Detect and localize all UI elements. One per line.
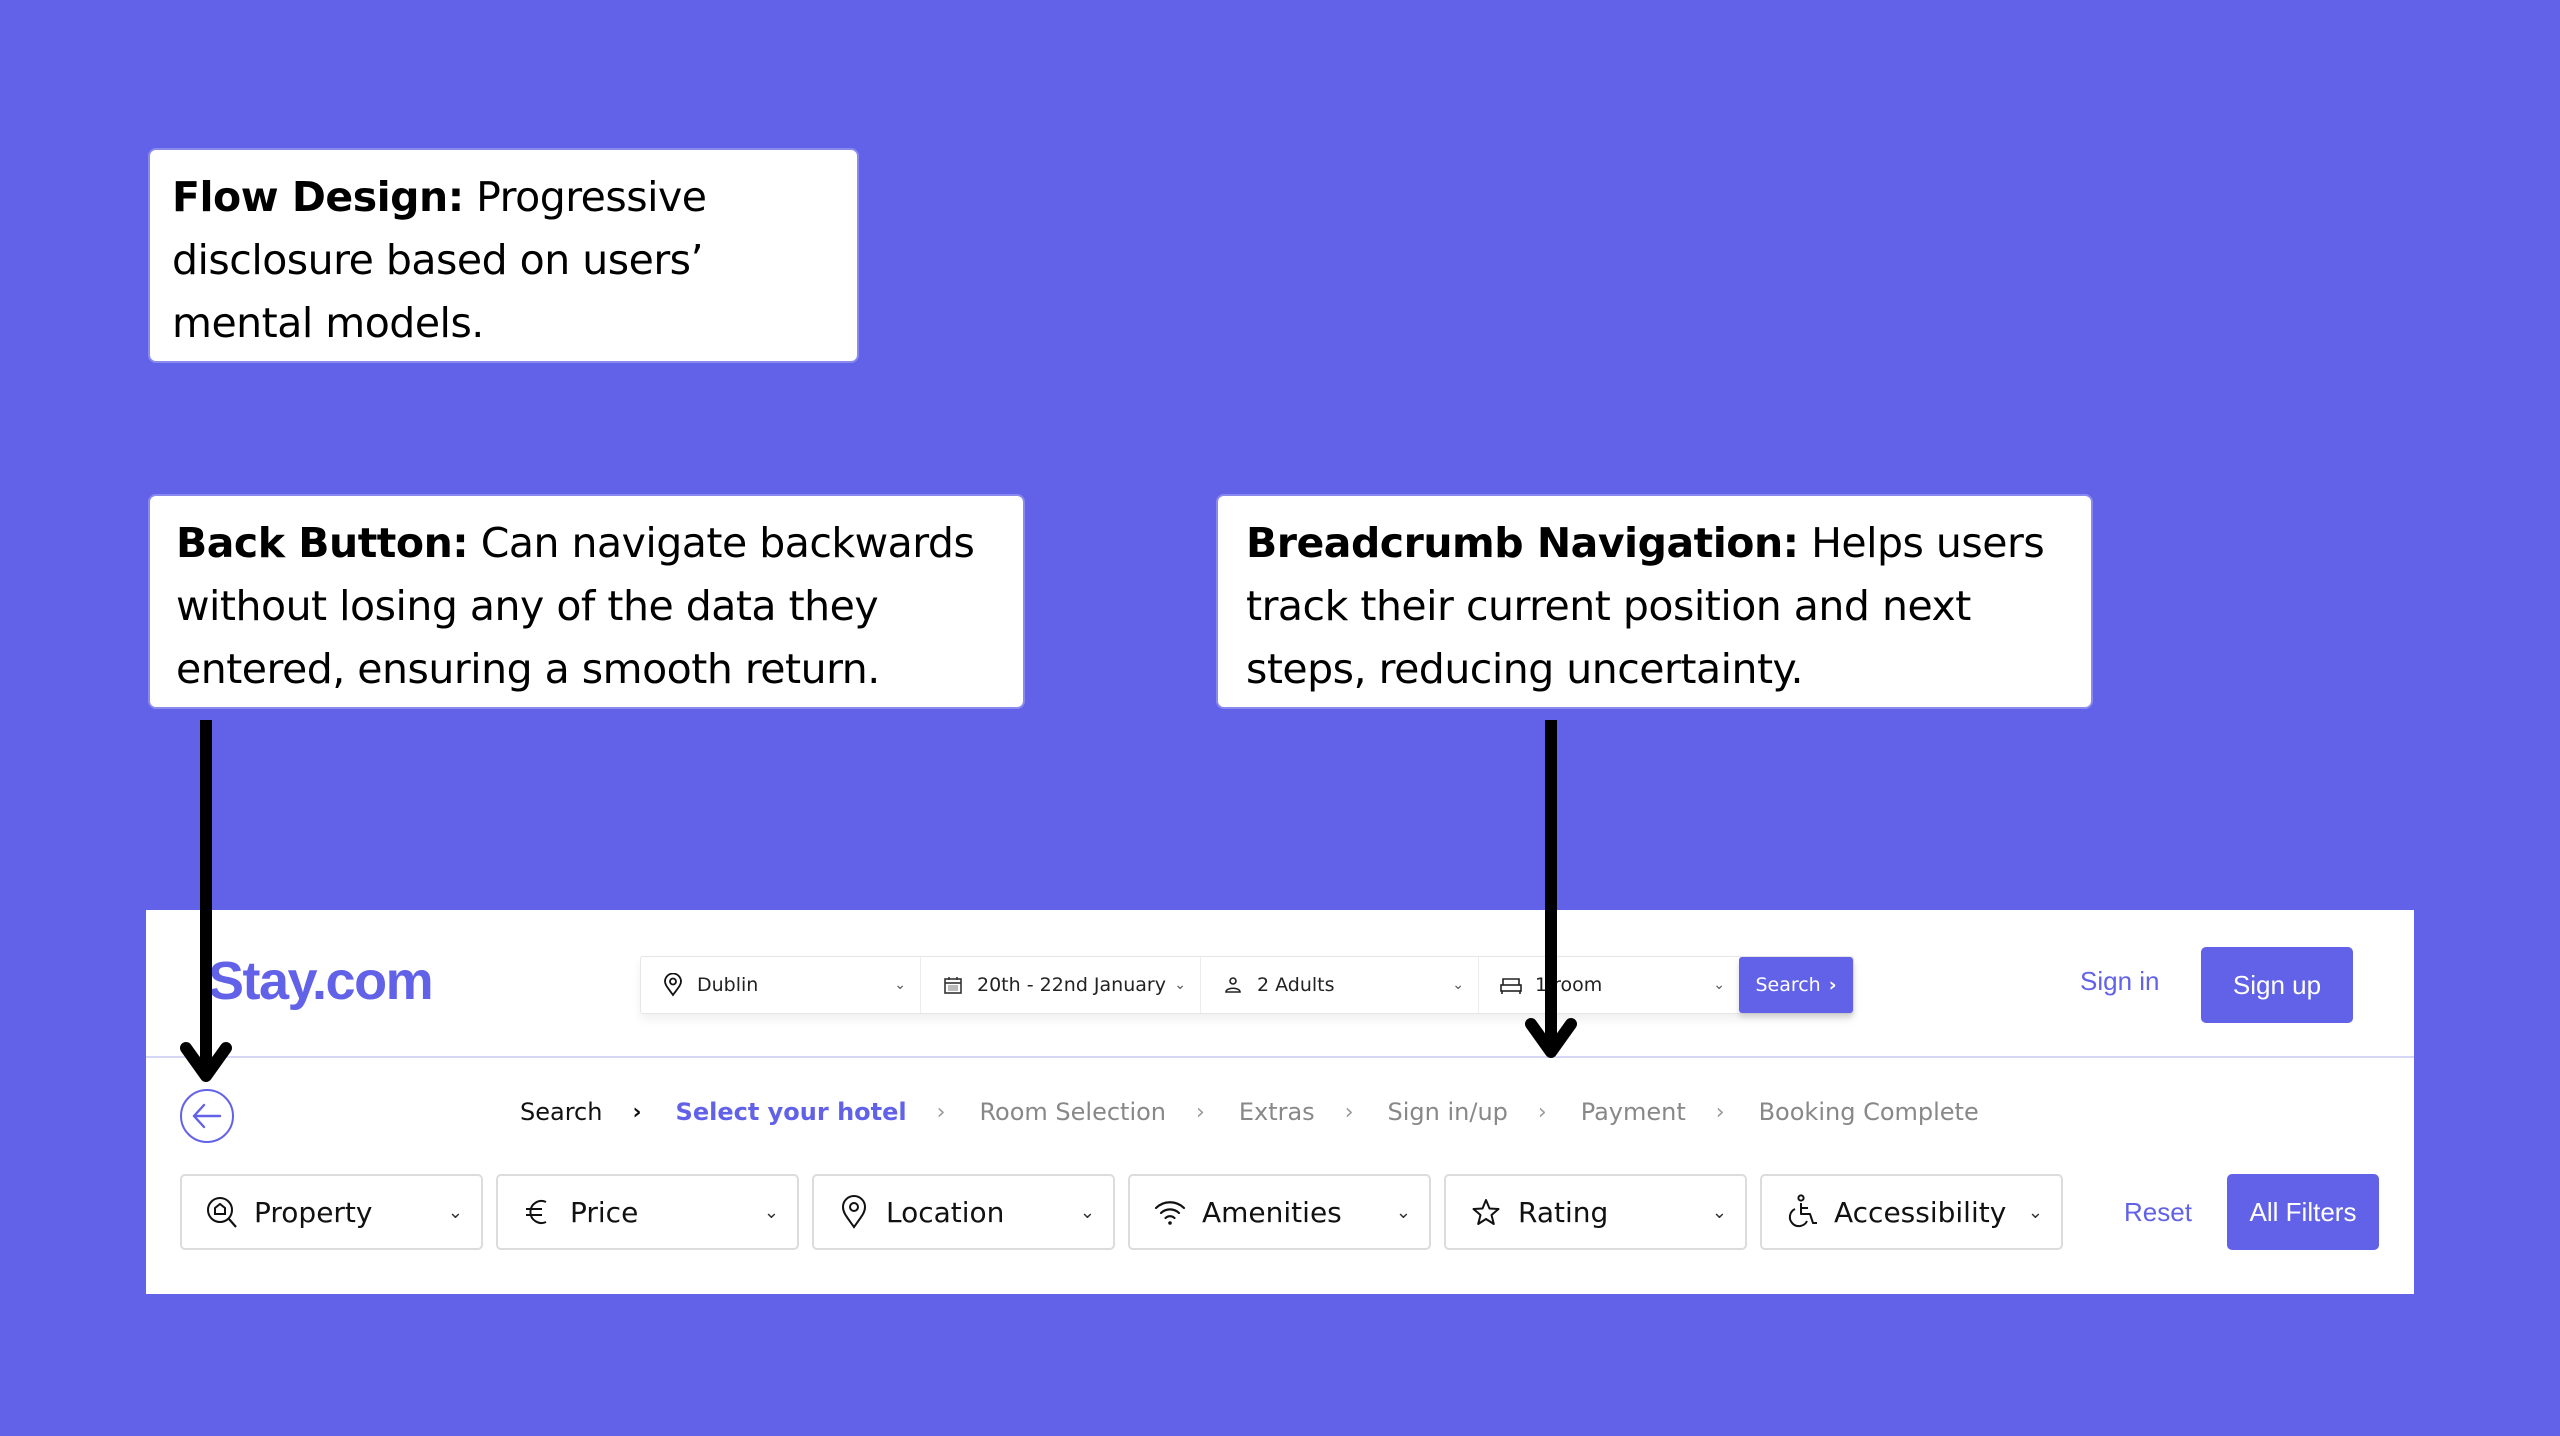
filter-label: Price — [570, 1195, 639, 1229]
search-button-label: Search — [1755, 974, 1821, 996]
chevron-down-icon: ⌄ — [1452, 977, 1464, 993]
chevron-right-icon: › — [1828, 974, 1837, 996]
property-search-icon — [204, 1194, 240, 1230]
chevron-right-icon: › — [632, 1099, 642, 1125]
calendar-icon — [941, 973, 965, 997]
chevron-right-icon: › — [1537, 1099, 1547, 1125]
euro-icon — [520, 1194, 556, 1230]
chevron-down-icon: ⌄ — [1713, 977, 1725, 993]
wifi-icon — [1152, 1194, 1188, 1230]
note-title: Breadcrumb Navigation: — [1246, 519, 1799, 567]
wheelchair-icon — [1784, 1194, 1820, 1230]
note-title: Flow Design: — [172, 173, 464, 221]
dates-field[interactable]: 20th - 22nd January ⌄ — [921, 957, 1201, 1013]
back-button-note: Back Button: Can navigate backwards with… — [150, 496, 1023, 707]
sign-up-button[interactable]: Sign up — [2201, 947, 2353, 1023]
filter-label: Accessibility — [1834, 1195, 2007, 1229]
filter-label: Property — [254, 1195, 373, 1229]
top-nav: Stay.com Dublin ⌄ 20th - 22nd January ⌄ — [146, 910, 2414, 1058]
filter-location[interactable]: Location ⌄ — [812, 1174, 1115, 1250]
location-value: Dublin — [697, 974, 759, 996]
filter-property[interactable]: Property ⌄ — [180, 1174, 483, 1250]
guests-value: 2 Adults — [1257, 974, 1335, 996]
note-title: Back Button: — [176, 519, 469, 567]
arrow-left-icon — [192, 1103, 222, 1129]
all-filters-button[interactable]: All Filters — [2227, 1174, 2379, 1250]
map-pin-icon — [661, 973, 685, 997]
breadcrumb: Search › Select your hotel › Room Selection ›… — [520, 1098, 1979, 1126]
breadcrumb-step: Sign in/up — [1387, 1098, 1508, 1126]
logo[interactable]: Stay.com — [208, 950, 434, 1012]
breadcrumb-step: Room Selection — [979, 1098, 1167, 1126]
map-pin-icon — [836, 1194, 872, 1230]
chevron-down-icon: ⌄ — [1174, 977, 1186, 993]
chevron-down-icon: ⌄ — [1079, 1201, 1095, 1223]
search-button[interactable]: Search › — [1739, 957, 1853, 1013]
filter-rating[interactable]: Rating ⌄ — [1444, 1174, 1747, 1250]
breadcrumb-note: Breadcrumb Navigation: Helps users track… — [1218, 496, 2091, 707]
breadcrumb-step: Booking Complete — [1758, 1098, 1979, 1126]
arrow-down-icon — [180, 720, 232, 1082]
filter-price[interactable]: Price ⌄ — [496, 1174, 799, 1250]
chevron-down-icon: ⌄ — [763, 1201, 779, 1223]
arrow-down-icon — [1525, 720, 1577, 1058]
filter-label: Amenities — [1202, 1195, 1342, 1229]
filter-label: Rating — [1518, 1195, 1609, 1229]
sign-in-link[interactable]: Sign in — [2080, 966, 2160, 997]
breadcrumb-step: Payment — [1580, 1098, 1686, 1126]
search-bar: Dublin ⌄ 20th - 22nd January ⌄ 2 Adults … — [640, 956, 1854, 1014]
chevron-down-icon: ⌄ — [1711, 1201, 1727, 1223]
filter-accessibility[interactable]: Accessibility ⌄ — [1760, 1174, 2063, 1250]
chevron-right-icon: › — [1196, 1099, 1205, 1125]
chevron-right-icon: › — [1715, 1099, 1725, 1125]
breadcrumb-step[interactable]: Search — [520, 1098, 602, 1126]
location-field[interactable]: Dublin ⌄ — [641, 957, 921, 1013]
breadcrumb-step: Extras — [1238, 1098, 1315, 1126]
chevron-down-icon: ⌄ — [447, 1201, 463, 1223]
flow-design-note: Flow Design: Progressive disclosure base… — [150, 150, 857, 361]
filter-label: Location — [886, 1195, 1005, 1229]
reset-filters-link[interactable]: Reset — [2124, 1197, 2192, 1228]
chevron-down-icon: ⌄ — [1395, 1201, 1411, 1223]
chevron-down-icon: ⌄ — [894, 977, 906, 993]
breadcrumb-step[interactable]: Select your hotel — [676, 1098, 907, 1126]
filter-amenities[interactable]: Amenities ⌄ — [1128, 1174, 1431, 1250]
chevron-down-icon: ⌄ — [2027, 1201, 2043, 1223]
star-icon — [1468, 1194, 1504, 1230]
chevron-right-icon: › — [936, 1099, 946, 1125]
guests-field[interactable]: 2 Adults ⌄ — [1201, 957, 1479, 1013]
chevron-right-icon: › — [1344, 1099, 1354, 1125]
back-button[interactable] — [180, 1089, 234, 1143]
filter-bar: Property ⌄ Price ⌄ Location ⌄ Amenities … — [180, 1174, 2063, 1250]
rooms-field[interactable]: 1 room ⌄ — [1479, 957, 1739, 1013]
bed-icon — [1499, 973, 1523, 997]
dates-value: 20th - 22nd January — [977, 974, 1166, 996]
booking-header-panel: Stay.com Dublin ⌄ 20th - 22nd January ⌄ — [146, 910, 2414, 1294]
person-icon — [1221, 973, 1245, 997]
